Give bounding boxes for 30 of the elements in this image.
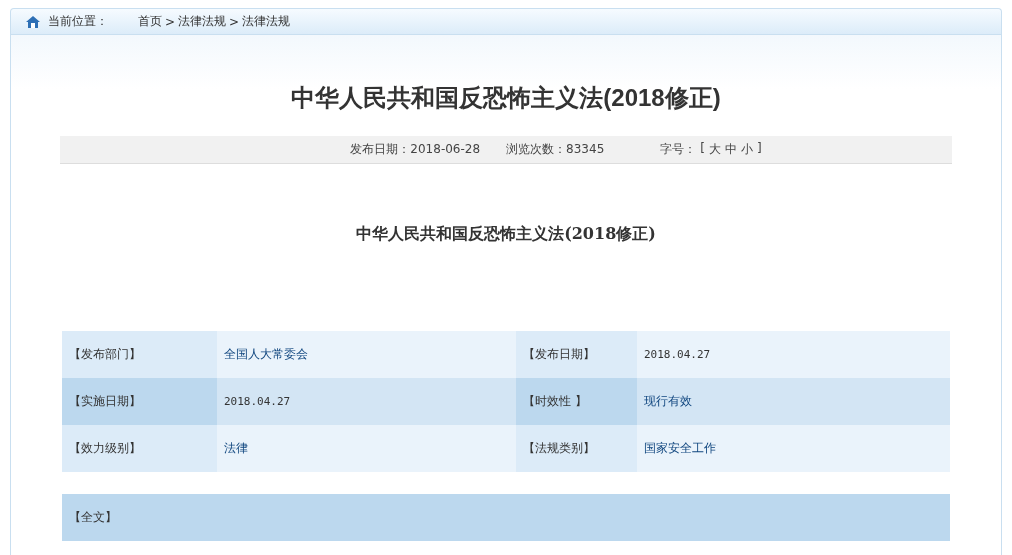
field-label: 【发布日期】: [516, 331, 637, 378]
breadcrumb-link[interactable]: 法律法规: [242, 13, 291, 30]
field-value: 2018.04.27: [644, 348, 711, 361]
field-label: 【法规类别】: [516, 425, 637, 472]
document-title: 中华人民共和国反恐怖主义法(2018修正): [355, 224, 657, 245]
field-value-link[interactable]: 国家安全工作: [644, 440, 716, 457]
breadcrumb-separator: >: [165, 14, 176, 29]
field-value-link[interactable]: 全国人大常委会: [224, 346, 308, 363]
field-value: 2018.04.27: [224, 395, 291, 408]
location-label: 当前位置：: [48, 13, 109, 30]
breadcrumb-link[interactable]: 法律法规: [178, 13, 227, 30]
field-label: 【时效性 】: [516, 378, 637, 425]
field-value-link[interactable]: 法律: [224, 440, 248, 457]
breadcrumb-link[interactable]: 首页: [138, 13, 162, 30]
field-label: 【发布部门】: [62, 331, 217, 378]
font-size-label: 字号：: [660, 141, 697, 158]
bracket: ]: [756, 141, 762, 157]
field-label: 【实施日期】: [62, 378, 217, 425]
home-icon: [25, 14, 41, 29]
field-label: 【效力级别】: [62, 425, 217, 472]
font-size-option[interactable]: 大: [708, 141, 721, 158]
view-count: 浏览次数：83345: [506, 141, 605, 158]
breadcrumb-separator: >: [229, 14, 240, 29]
field-value-link[interactable]: 现行有效: [644, 393, 692, 410]
bracket: [: [700, 141, 705, 157]
full-text-header: 【全文】: [62, 494, 950, 541]
publish-date: 发布日期：2018-06-28: [350, 141, 481, 158]
page-title: 中华人民共和国反恐怖主义法(2018修正): [290, 83, 722, 113]
font-size-option[interactable]: 小: [740, 141, 753, 158]
font-size-option[interactable]: 中: [724, 141, 737, 158]
